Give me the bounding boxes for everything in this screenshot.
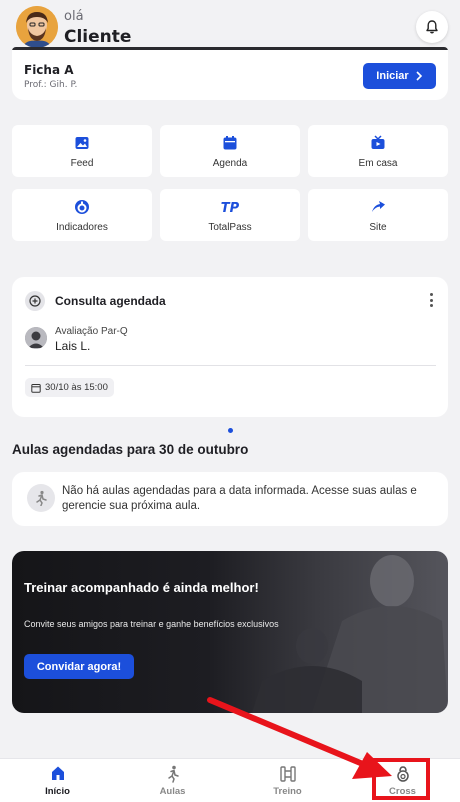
notifications-button[interactable] [416, 11, 448, 43]
consulta-date: 30/10 às 15:00 [45, 382, 108, 393]
calendar-icon [223, 136, 237, 150]
shortcut-totalpass[interactable]: TP TotalPass [160, 189, 300, 241]
shortcut-em-casa[interactable]: Em casa [308, 125, 448, 177]
bottom-nav: Início Aulas Treino Cross [0, 758, 460, 802]
professional-avatar [25, 327, 47, 349]
promo-photo [252, 555, 448, 713]
promo-banner[interactable]: Treinar acompanhado é ainda melhor! Conv… [12, 551, 448, 713]
ficha-title: Ficha A [24, 63, 74, 77]
consulta-type: Avaliação Par-Q [55, 326, 128, 337]
nav-item-treino[interactable]: Treino [230, 759, 345, 802]
shortcut-label: Indicadores [56, 222, 108, 233]
aulas-empty-message: Não há aulas agendadas para a data infor… [62, 485, 417, 512]
shortcut-label: Em casa [358, 158, 398, 169]
ficha-subtitle: Prof.: Gih. P. [24, 80, 78, 90]
chevron-right-icon [416, 71, 422, 81]
promo-subtitle: Convite seus amigos para treinar e ganhe… [24, 619, 279, 629]
tv-icon [371, 135, 385, 149]
shortcut-label: Site [369, 222, 387, 233]
gauge-icon [75, 200, 89, 214]
shortcut-agenda[interactable]: Agenda [160, 125, 300, 177]
carousel-indicator[interactable] [228, 428, 233, 433]
user-avatar-icon [16, 6, 58, 48]
shortcut-indicadores[interactable]: Indicadores [12, 189, 152, 241]
promo-title: Treinar acompanhado é ainda melhor! [24, 580, 259, 595]
totalpass-icon: TP [221, 201, 239, 215]
user-name: Cliente [64, 27, 132, 47]
dumbbell-icon [279, 766, 296, 782]
iniciar-label: Iniciar [376, 70, 409, 82]
external-link-icon [372, 201, 385, 212]
nav-item-aulas[interactable]: Aulas [115, 759, 230, 802]
running-icon [27, 484, 55, 512]
bell-icon [426, 20, 438, 34]
calendar-small-icon [31, 383, 41, 393]
kettlebell-icon [396, 766, 409, 782]
consulta-person: Lais L. [55, 339, 91, 353]
running-icon [167, 765, 179, 783]
nav-item-inicio[interactable]: Início [0, 759, 115, 802]
nav-label: Treino [273, 786, 302, 797]
shortcut-site[interactable]: Site [308, 189, 448, 241]
add-appointment-icon [25, 291, 45, 311]
shortcut-label: Agenda [212, 158, 248, 169]
consulta-date-badge: 30/10 às 15:00 [25, 378, 114, 397]
ficha-card[interactable]: Ficha A Prof.: Gih. P. Iniciar [12, 50, 448, 100]
nav-label: Aulas [159, 786, 186, 797]
svg-text:TP: TP [221, 201, 239, 215]
nav-item-cross[interactable]: Cross [345, 759, 460, 802]
iniciar-button[interactable]: Iniciar [363, 63, 436, 89]
divider [25, 365, 436, 366]
shortcut-label: Feed [70, 158, 94, 169]
shortcut-feed[interactable]: Feed [12, 125, 152, 177]
more-options-icon[interactable] [429, 293, 433, 307]
nav-label: Cross [389, 786, 416, 797]
consulta-title: Consulta agendada [55, 294, 166, 308]
avatar[interactable] [16, 6, 58, 48]
image-icon [75, 137, 89, 149]
aulas-section-title: Aulas agendadas para 30 de outubro [12, 442, 249, 457]
home-icon [51, 766, 64, 780]
shortcut-label: TotalPass [208, 222, 252, 233]
invite-button[interactable]: Convidar agora! [24, 654, 134, 679]
consulta-card[interactable]: Consulta agendada Avaliação Par-Q Lais L… [12, 277, 448, 417]
header: olá Cliente [0, 0, 460, 50]
aulas-empty-card: Não há aulas agendadas para a data infor… [12, 472, 448, 526]
greeting-text: olá [64, 9, 84, 24]
nav-label: Início [45, 786, 70, 797]
